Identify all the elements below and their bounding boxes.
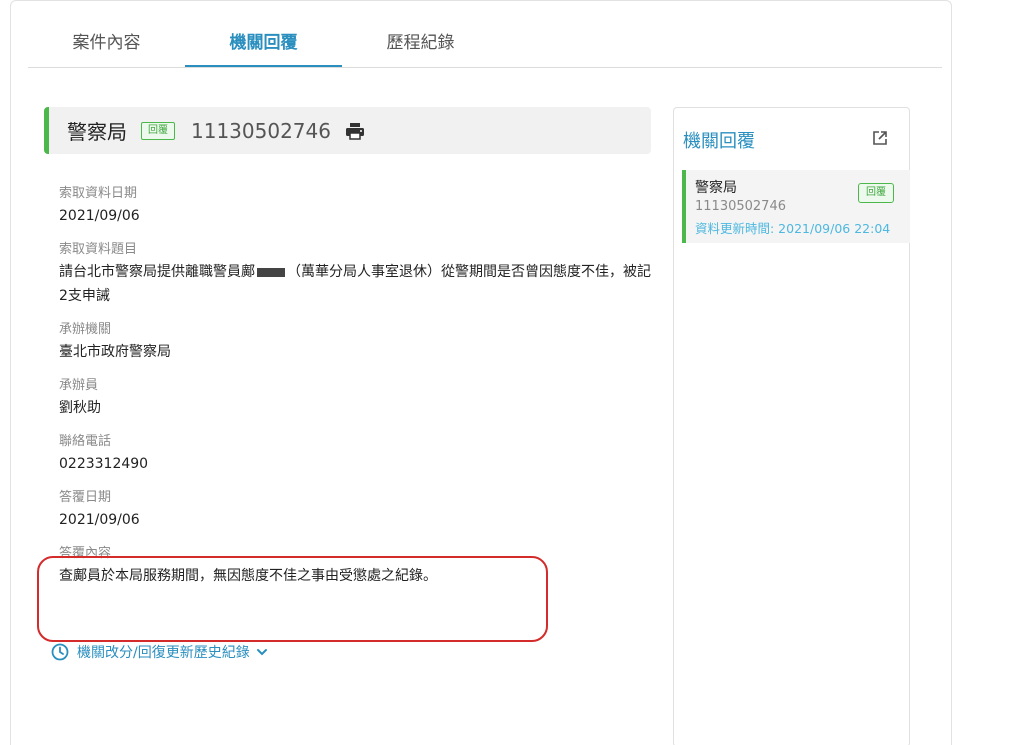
case-number: 11130502746 [191,118,331,143]
field-label: 聯絡電話 [59,434,112,449]
side-item-updated-time: 資料更新時間: 2021/09/06 22:04 [695,221,891,236]
side-item-case-number: 11130502746 [695,199,786,214]
field-request-subject: 索取資料題目 請台北市警察局提供離職警員鄺 （萬華分局人事室退休）從警期間是否曾因… [59,240,659,308]
redacted-block [257,267,285,277]
reply-status-badge: 回覆 [141,121,175,140]
field-value: 劉秋助 [59,400,101,416]
side-item-agency-name: 警察局 [695,180,737,196]
field-label: 索取資料題目 [59,242,138,257]
reply-content-highlight [37,556,548,642]
agency-reply-panel: 機關回覆 警察局 11130502746 資料更新時間: 2021/09/06 … [673,107,910,745]
printer-icon[interactable] [345,122,365,140]
tab-case-content[interactable]: 案件內容 [28,20,185,67]
field-label: 承辦機關 [59,322,112,337]
side-panel-item[interactable]: 警察局 11130502746 資料更新時間: 2021/09/06 22:04… [682,170,910,243]
agency-name: 警察局 [67,120,127,144]
field-handler: 承辦員 劉秋助 [59,376,659,420]
clock-icon [51,643,69,661]
field-value: 2021/09/06 [59,512,140,528]
field-handling-agency: 承辦機關 臺北市政府警察局 [59,320,659,364]
tab-bar: 案件內容 機關回覆 歷程紀錄 [28,20,942,68]
external-link-icon[interactable] [871,129,889,147]
side-item-status-badge: 回覆 [858,183,894,203]
field-value: 0223312490 [59,456,149,472]
field-value: 臺北市政府警察局 [59,344,171,360]
field-reply-date: 答覆日期 2021/09/06 [59,488,659,532]
history-link[interactable]: 機關改分/回復更新歷史紀錄 [51,642,268,662]
field-label: 承辦員 [59,378,99,393]
subject-text-start: 請台北市警察局提供離職警員鄺 [59,264,255,280]
field-request-date: 索取資料日期 2021/09/06 [59,184,659,228]
tab-history[interactable]: 歷程紀錄 [342,20,499,67]
chevron-down-icon [256,646,268,658]
field-value: 請台北市警察局提供離職警員鄺 （萬華分局人事室退休）從警期間是否曾因態度不佳，被記… [59,260,659,308]
field-value: 2021/09/06 [59,208,140,224]
history-link-label: 機關改分/回復更新歷史紀錄 [77,645,250,661]
agency-header: 警察局 回覆 11130502746 [44,107,651,154]
field-phone: 聯絡電話 0223312490 [59,432,659,476]
side-panel-title: 機關回覆 [683,131,755,152]
field-label: 索取資料日期 [59,186,138,201]
field-label: 答覆日期 [59,490,112,505]
tab-agency-reply[interactable]: 機關回覆 [185,20,342,67]
reply-details: 索取資料日期 2021/09/06 索取資料題目 請台北市警察局提供離職警員鄺（… [59,184,659,600]
